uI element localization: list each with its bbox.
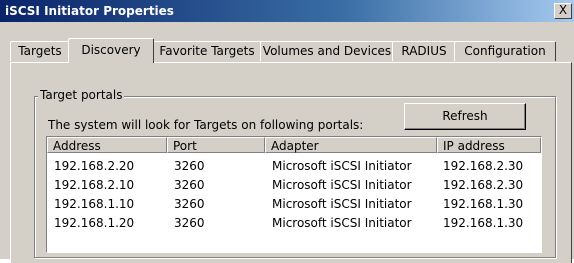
iscsi-properties-window: iSCSI Initiator Properties X Targets Dis… bbox=[0, 0, 574, 263]
table-row[interactable]: 192.168.2.10 3260 Microsoft iSCSI Initia… bbox=[47, 176, 541, 194]
column-header-address[interactable]: Address bbox=[47, 137, 167, 153]
tab-radius[interactable]: RADIUS bbox=[392, 41, 456, 61]
cell-address: 192.168.1.20 bbox=[54, 216, 135, 230]
column-header-ip-address[interactable]: IP address bbox=[437, 137, 541, 153]
tab-volumes-and-devices[interactable]: Volumes and Devices bbox=[260, 41, 394, 61]
table-row[interactable]: 192.168.1.20 3260 Microsoft iSCSI Initia… bbox=[47, 214, 541, 232]
tab-discovery[interactable]: Discovery bbox=[68, 38, 154, 63]
tab-configuration[interactable]: Configuration bbox=[454, 41, 556, 61]
column-header-adapter[interactable]: Adapter bbox=[265, 137, 437, 153]
list-header: Address Port Adapter IP address bbox=[47, 137, 541, 154]
column-header-port[interactable]: Port bbox=[167, 137, 265, 153]
cell-port: 3260 bbox=[174, 216, 205, 230]
cell-ip-address: 192.168.1.30 bbox=[443, 197, 524, 211]
table-row[interactable]: 192.168.2.20 3260 Microsoft iSCSI Initia… bbox=[47, 157, 541, 175]
refresh-button[interactable]: Refresh bbox=[404, 103, 526, 130]
cell-ip-address: 192.168.2.30 bbox=[443, 178, 524, 192]
cell-adapter: Microsoft iSCSI Initiator bbox=[272, 159, 412, 173]
cell-adapter: Microsoft iSCSI Initiator bbox=[272, 216, 412, 230]
tab-strip: Targets Discovery Favorite Targets Volum… bbox=[10, 38, 570, 63]
target-portals-label: Target portals bbox=[38, 88, 125, 102]
title-bar[interactable]: iSCSI Initiator Properties X bbox=[0, 0, 574, 22]
cell-port: 3260 bbox=[174, 197, 205, 211]
table-row[interactable]: 192.168.1.10 3260 Microsoft iSCSI Initia… bbox=[47, 195, 541, 213]
cell-adapter: Microsoft iSCSI Initiator bbox=[272, 197, 412, 211]
tab-favorite-targets[interactable]: Favorite Targets bbox=[152, 41, 262, 61]
tab-targets[interactable]: Targets bbox=[10, 41, 70, 61]
cell-port: 3260 bbox=[174, 159, 205, 173]
cell-port: 3260 bbox=[174, 178, 205, 192]
cell-address: 192.168.2.10 bbox=[54, 178, 135, 192]
target-portals-list[interactable]: Address Port Adapter IP address 192.168.… bbox=[46, 136, 542, 253]
cell-adapter: Microsoft iSCSI Initiator bbox=[272, 178, 412, 192]
cell-address: 192.168.2.20 bbox=[54, 159, 135, 173]
cell-ip-address: 192.168.2.30 bbox=[443, 159, 524, 173]
window-title: iSCSI Initiator Properties bbox=[5, 4, 174, 18]
close-button[interactable]: X bbox=[554, 3, 572, 19]
cell-ip-address: 192.168.1.30 bbox=[443, 216, 524, 230]
portals-description: The system will look for Targets on foll… bbox=[48, 118, 364, 132]
cell-address: 192.168.1.10 bbox=[54, 197, 135, 211]
